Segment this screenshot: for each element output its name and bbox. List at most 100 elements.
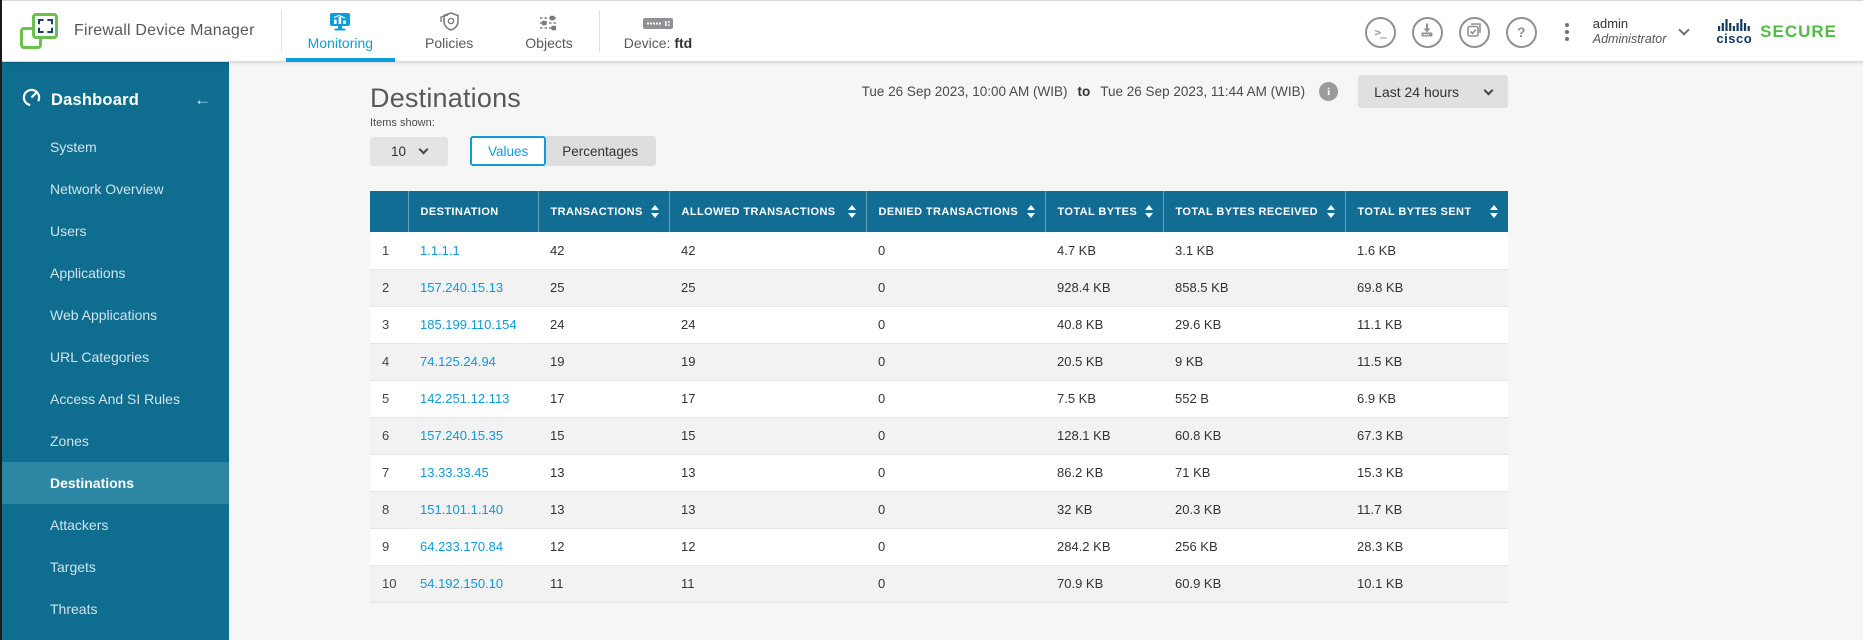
info-icon[interactable]: i	[1319, 82, 1338, 101]
column-header-total-bytes[interactable]: TOTAL BYTES	[1045, 191, 1163, 232]
sort-icon[interactable]	[1327, 205, 1335, 218]
denied-cell: 0	[866, 565, 1045, 602]
more-options-button[interactable]	[1559, 19, 1575, 45]
app-title: Firewall Device Manager	[74, 22, 255, 40]
destination-cell: 74.125.24.94	[408, 343, 538, 380]
items-per-page-select[interactable]: 10	[370, 137, 448, 166]
tab-device[interactable]: Device: ftd	[600, 12, 716, 51]
denied-cell: 0	[866, 491, 1045, 528]
table-row: 8151.101.1.1401313032 KB20.3 KB11.7 KB	[370, 491, 1508, 528]
dashboard-gauge-icon	[22, 88, 41, 112]
tasks-button[interactable]	[1459, 17, 1490, 48]
device-name: ftd	[674, 35, 692, 51]
sidebar-item-targets[interactable]: Targets	[2, 546, 229, 588]
sidebar-item-url-categories[interactable]: URL Categories	[2, 336, 229, 378]
denied-cell: 0	[866, 343, 1045, 380]
sort-icon[interactable]	[1145, 205, 1153, 218]
collapse-sidebar-icon[interactable]: ←	[194, 90, 211, 110]
received-cell: 256 KB	[1163, 528, 1345, 565]
user-info: admin Administrator	[1593, 16, 1667, 48]
sidebar-item-network-overview[interactable]: Network Overview	[2, 168, 229, 210]
deploy-button[interactable]	[1412, 17, 1443, 48]
destination-link[interactable]: 64.233.170.84	[420, 539, 503, 554]
column-label: DESTINATION	[421, 206, 499, 218]
sort-icon[interactable]	[1490, 205, 1498, 218]
sidebar-item-zones[interactable]: Zones	[2, 420, 229, 462]
destination-cell: 157.240.15.35	[408, 417, 538, 454]
destinations-content: Destinations Items shown: 10 Values Perc…	[370, 62, 1508, 603]
values-button[interactable]: Values	[470, 136, 546, 166]
time-range-select[interactable]: Last 24 hours	[1358, 75, 1508, 108]
total-bytes-cell: 32 KB	[1045, 491, 1163, 528]
device-appliance-icon	[641, 12, 675, 32]
received-cell: 552 B	[1163, 380, 1345, 417]
destination-link[interactable]: 151.101.1.140	[420, 502, 503, 517]
total-bytes-cell: 7.5 KB	[1045, 380, 1163, 417]
secure-wordmark: SECURE	[1760, 22, 1837, 42]
allowed-cell: 12	[669, 528, 866, 565]
tab-monitoring[interactable]: Monitoring	[282, 0, 399, 62]
row-rank: 3	[370, 306, 408, 343]
destination-link[interactable]: 142.251.12.113	[420, 391, 509, 406]
allowed-cell: 13	[669, 454, 866, 491]
total-bytes-cell: 40.8 KB	[1045, 306, 1163, 343]
received-cell: 60.8 KB	[1163, 417, 1345, 454]
destination-link[interactable]: 157.240.15.35	[420, 428, 503, 443]
user-menu[interactable]: admin Administrator	[1593, 16, 1689, 48]
sort-icon[interactable]	[1027, 205, 1035, 218]
help-button[interactable]: ?	[1506, 17, 1537, 48]
transactions-cell: 24	[538, 306, 669, 343]
app-header: Firewall Device Manager Monitoring	[2, 0, 1863, 62]
percentages-button[interactable]: Percentages	[546, 136, 656, 166]
row-rank: 4	[370, 343, 408, 380]
monitoring-chart-icon	[328, 12, 352, 32]
received-cell: 60.9 KB	[1163, 565, 1345, 602]
sidebar-item-users[interactable]: Users	[2, 210, 229, 252]
tab-label: Objects	[525, 35, 572, 51]
row-rank: 5	[370, 380, 408, 417]
active-tab-indicator	[286, 58, 395, 62]
denied-cell: 0	[866, 269, 1045, 306]
sent-cell: 11.7 KB	[1345, 491, 1508, 528]
sidebar-item-threats[interactable]: Threats	[2, 588, 229, 630]
column-header-denied-transactions[interactable]: DENIED TRANSACTIONS	[866, 191, 1045, 232]
dashboard-sidebar: Dashboard ← SystemNetwork OverviewUsersA…	[2, 62, 229, 640]
column-header-allowed-transactions[interactable]: ALLOWED TRANSACTIONS	[669, 191, 866, 232]
sent-cell: 69.8 KB	[1345, 269, 1508, 306]
sidebar-nav: SystemNetwork OverviewUsersApplicationsW…	[2, 126, 229, 630]
sent-cell: 11.5 KB	[1345, 343, 1508, 380]
table-row: 713.33.33.451313086.2 KB71 KB15.3 KB	[370, 454, 1508, 491]
destination-link[interactable]: 1.1.1.1	[420, 243, 460, 258]
column-header-total-bytes-received[interactable]: TOTAL BYTES RECEIVED	[1163, 191, 1345, 232]
sidebar-item-destinations[interactable]: Destinations	[2, 462, 229, 504]
sidebar-item-web-applications[interactable]: Web Applications	[2, 294, 229, 336]
column-label: TOTAL BYTES SENT	[1358, 206, 1472, 218]
received-cell: 9 KB	[1163, 343, 1345, 380]
sort-icon[interactable]	[848, 205, 856, 218]
destination-link[interactable]: 185.199.110.154	[420, 317, 517, 332]
sidebar-item-applications[interactable]: Applications	[2, 252, 229, 294]
tab-label: Monitoring	[308, 35, 373, 51]
sort-icon[interactable]	[651, 205, 659, 218]
sidebar-item-access-and-si-rules[interactable]: Access And SI Rules	[2, 378, 229, 420]
row-rank: 2	[370, 269, 408, 306]
received-cell: 858.5 KB	[1163, 269, 1345, 306]
destination-link[interactable]: 74.125.24.94	[420, 354, 496, 369]
allowed-cell: 19	[669, 343, 866, 380]
sidebar-item-system[interactable]: System	[2, 126, 229, 168]
deploy-icon	[1419, 22, 1435, 43]
transactions-cell: 42	[538, 232, 669, 269]
column-header-transactions[interactable]: TRANSACTIONS	[538, 191, 669, 232]
destination-link[interactable]: 54.192.150.10	[420, 576, 503, 591]
tab-objects[interactable]: Objects	[499, 0, 598, 62]
table-controls: 10 Values Percentages	[370, 136, 1508, 166]
sidebar-item-attackers[interactable]: Attackers	[2, 504, 229, 546]
tab-policies[interactable]: Policies	[399, 0, 499, 62]
column-header-total-bytes-sent[interactable]: TOTAL BYTES SENT	[1345, 191, 1508, 232]
cli-console-button[interactable]: >_	[1365, 17, 1396, 48]
transactions-cell: 13	[538, 454, 669, 491]
destination-link[interactable]: 13.33.33.45	[420, 465, 489, 480]
row-rank: 6	[370, 417, 408, 454]
user-name: admin	[1593, 16, 1667, 32]
destination-link[interactable]: 157.240.15.13	[420, 280, 503, 295]
